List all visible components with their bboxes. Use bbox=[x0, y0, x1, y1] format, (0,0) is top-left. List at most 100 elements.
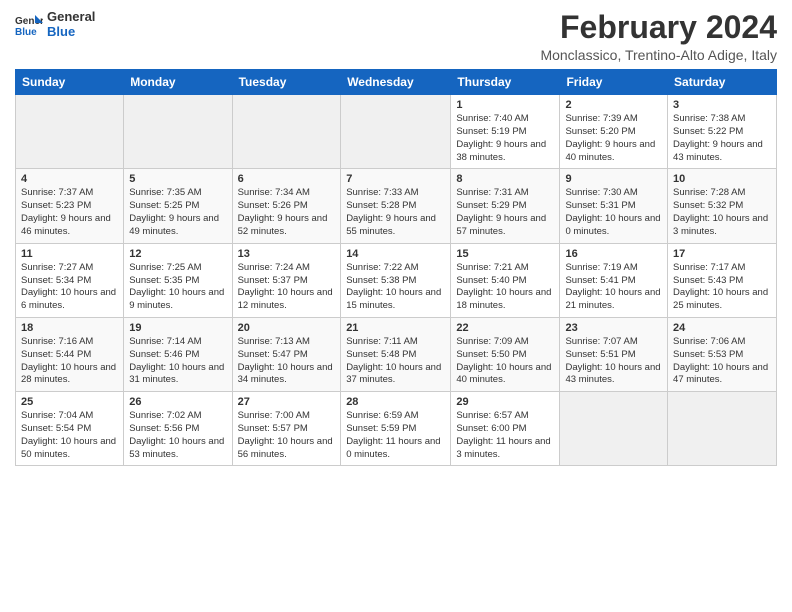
day-info: Sunrise: 7:07 AM Sunset: 5:51 PM Dayligh… bbox=[565, 336, 662, 387]
calendar-cell: 28Sunrise: 6:59 AM Sunset: 5:59 PM Dayli… bbox=[341, 392, 451, 466]
calendar-cell: 4 Sunrise: 7:37 AM Sunset: 5:23 PM Daylig… bbox=[16, 169, 124, 243]
calendar-cell: 16 Sunrise: 7:19 AM Sunset: 5:41 PM Dayli… bbox=[560, 243, 668, 317]
day-info: Sunrise: 7:06 AM Sunset: 5:53 PM Dayligh… bbox=[673, 336, 771, 387]
day-number: 9 bbox=[565, 173, 662, 185]
day-info: Sunrise: 6:59 AM Sunset: 5:59 PM Dayligh… bbox=[346, 410, 445, 461]
calendar-cell: 25 Sunrise: 7:04 AM Sunset: 5:54 PM Dayli… bbox=[16, 392, 124, 466]
day-info: Sunrise: 7:34 AM Sunset: 5:26 PM Dayligh… bbox=[238, 187, 336, 238]
day-number: 20 bbox=[238, 322, 336, 334]
calendar-week-row: 1 Sunrise: 7:40 AM Sunset: 5:19 PM Daylig… bbox=[16, 95, 777, 169]
calendar-cell: 23 Sunrise: 7:07 AM Sunset: 5:51 PM Dayli… bbox=[560, 317, 668, 391]
day-info: Sunrise: 7:04 AM Sunset: 5:54 PM Dayligh… bbox=[21, 410, 118, 461]
logo: General Blue General Blue bbox=[15, 10, 95, 40]
day-number: 23 bbox=[565, 322, 662, 334]
calendar-cell: 8 Sunrise: 7:31 AM Sunset: 5:29 PM Daylig… bbox=[451, 169, 560, 243]
page-header: General Blue General Blue February 2024 … bbox=[15, 10, 777, 63]
calendar-cell bbox=[341, 95, 451, 169]
calendar-cell: 19 Sunrise: 7:14 AM Sunset: 5:46 PM Dayli… bbox=[124, 317, 232, 391]
calendar-cell: 5Sunrise: 7:35 AM Sunset: 5:25 PM Daylig… bbox=[124, 169, 232, 243]
calendar-cell: 6 Sunrise: 7:34 AM Sunset: 5:26 PM Daylig… bbox=[232, 169, 341, 243]
day-info: Sunrise: 7:19 AM Sunset: 5:41 PM Dayligh… bbox=[565, 262, 662, 313]
month-title: February 2024 bbox=[540, 10, 777, 45]
day-number: 11 bbox=[21, 248, 118, 260]
day-info: Sunrise: 7:11 AM Sunset: 5:48 PM Dayligh… bbox=[346, 336, 445, 387]
calendar-header-thursday: Thursday bbox=[451, 70, 560, 95]
day-info: Sunrise: 7:40 AM Sunset: 5:19 PM Dayligh… bbox=[456, 113, 554, 164]
calendar-body: 1 Sunrise: 7:40 AM Sunset: 5:19 PM Daylig… bbox=[16, 95, 777, 466]
day-number: 25 bbox=[21, 396, 118, 408]
calendar-cell: 13 Sunrise: 7:24 AM Sunset: 5:37 PM Dayli… bbox=[232, 243, 341, 317]
calendar-week-row: 18 Sunrise: 7:16 AM Sunset: 5:44 PM Dayli… bbox=[16, 317, 777, 391]
calendar-cell: 2Sunrise: 7:39 AM Sunset: 5:20 PM Daylig… bbox=[560, 95, 668, 169]
calendar-header-row: SundayMondayTuesdayWednesdayThursdayFrid… bbox=[16, 70, 777, 95]
logo-text-blue: Blue bbox=[47, 25, 95, 40]
day-number: 18 bbox=[21, 322, 118, 334]
day-info: Sunrise: 7:21 AM Sunset: 5:40 PM Dayligh… bbox=[456, 262, 554, 313]
calendar-week-row: 25 Sunrise: 7:04 AM Sunset: 5:54 PM Dayli… bbox=[16, 392, 777, 466]
day-number: 16 bbox=[565, 248, 662, 260]
day-info: Sunrise: 7:28 AM Sunset: 5:32 PM Dayligh… bbox=[673, 187, 771, 238]
day-number: 19 bbox=[129, 322, 226, 334]
calendar-cell bbox=[668, 392, 777, 466]
day-number: 29 bbox=[456, 396, 554, 408]
day-info: Sunrise: 7:27 AM Sunset: 5:34 PM Dayligh… bbox=[21, 262, 118, 313]
calendar-week-row: 4 Sunrise: 7:37 AM Sunset: 5:23 PM Daylig… bbox=[16, 169, 777, 243]
calendar-cell: 17Sunrise: 7:17 AM Sunset: 5:43 PM Dayli… bbox=[668, 243, 777, 317]
calendar-header-sunday: Sunday bbox=[16, 70, 124, 95]
day-number: 14 bbox=[346, 248, 445, 260]
day-info: Sunrise: 7:39 AM Sunset: 5:20 PM Dayligh… bbox=[565, 113, 662, 164]
day-number: 21 bbox=[346, 322, 445, 334]
calendar-cell: 7 Sunrise: 7:33 AM Sunset: 5:28 PM Daylig… bbox=[341, 169, 451, 243]
day-info: Sunrise: 7:02 AM Sunset: 5:56 PM Dayligh… bbox=[129, 410, 226, 461]
day-info: Sunrise: 7:33 AM Sunset: 5:28 PM Dayligh… bbox=[346, 187, 445, 238]
day-info: Sunrise: 7:17 AM Sunset: 5:43 PM Dayligh… bbox=[673, 262, 771, 313]
day-number: 7 bbox=[346, 173, 445, 185]
day-info: Sunrise: 7:35 AM Sunset: 5:25 PM Dayligh… bbox=[129, 187, 226, 238]
day-number: 24 bbox=[673, 322, 771, 334]
day-info: Sunrise: 7:24 AM Sunset: 5:37 PM Dayligh… bbox=[238, 262, 336, 313]
calendar-cell: 29Sunrise: 6:57 AM Sunset: 6:00 PM Dayli… bbox=[451, 392, 560, 466]
calendar-cell: 24 Sunrise: 7:06 AM Sunset: 5:53 PM Dayli… bbox=[668, 317, 777, 391]
location-subtitle: Monclassico, Trentino-Alto Adige, Italy bbox=[540, 47, 777, 63]
calendar-cell: 11 Sunrise: 7:27 AM Sunset: 5:34 PM Dayli… bbox=[16, 243, 124, 317]
day-number: 8 bbox=[456, 173, 554, 185]
calendar-cell: 18 Sunrise: 7:16 AM Sunset: 5:44 PM Dayli… bbox=[16, 317, 124, 391]
calendar-header-wednesday: Wednesday bbox=[341, 70, 451, 95]
calendar-cell: 3 Sunrise: 7:38 AM Sunset: 5:22 PM Daylig… bbox=[668, 95, 777, 169]
day-info: Sunrise: 7:38 AM Sunset: 5:22 PM Dayligh… bbox=[673, 113, 771, 164]
calendar-cell: 1 Sunrise: 7:40 AM Sunset: 5:19 PM Daylig… bbox=[451, 95, 560, 169]
day-number: 12 bbox=[129, 248, 226, 260]
day-number: 1 bbox=[456, 99, 554, 111]
day-number: 10 bbox=[673, 173, 771, 185]
calendar-header-monday: Monday bbox=[124, 70, 232, 95]
calendar-cell: 14 Sunrise: 7:22 AM Sunset: 5:38 PM Dayli… bbox=[341, 243, 451, 317]
calendar-header-saturday: Saturday bbox=[668, 70, 777, 95]
logo-icon: General Blue bbox=[15, 13, 43, 37]
day-number: 26 bbox=[129, 396, 226, 408]
day-number: 22 bbox=[456, 322, 554, 334]
day-info: Sunrise: 7:22 AM Sunset: 5:38 PM Dayligh… bbox=[346, 262, 445, 313]
title-block: February 2024 Monclassico, Trentino-Alto… bbox=[540, 10, 777, 63]
day-number: 3 bbox=[673, 99, 771, 111]
calendar-cell bbox=[124, 95, 232, 169]
calendar-cell: 20 Sunrise: 7:13 AM Sunset: 5:47 PM Dayli… bbox=[232, 317, 341, 391]
day-info: Sunrise: 7:31 AM Sunset: 5:29 PM Dayligh… bbox=[456, 187, 554, 238]
day-info: Sunrise: 7:37 AM Sunset: 5:23 PM Dayligh… bbox=[21, 187, 118, 238]
day-info: Sunrise: 7:30 AM Sunset: 5:31 PM Dayligh… bbox=[565, 187, 662, 238]
calendar-header-friday: Friday bbox=[560, 70, 668, 95]
day-info: Sunrise: 7:13 AM Sunset: 5:47 PM Dayligh… bbox=[238, 336, 336, 387]
calendar-week-row: 11 Sunrise: 7:27 AM Sunset: 5:34 PM Dayli… bbox=[16, 243, 777, 317]
day-number: 6 bbox=[238, 173, 336, 185]
day-info: Sunrise: 7:14 AM Sunset: 5:46 PM Dayligh… bbox=[129, 336, 226, 387]
day-number: 15 bbox=[456, 248, 554, 260]
calendar-cell: 15 Sunrise: 7:21 AM Sunset: 5:40 PM Dayli… bbox=[451, 243, 560, 317]
calendar-cell: 26 Sunrise: 7:02 AM Sunset: 5:56 PM Dayli… bbox=[124, 392, 232, 466]
calendar-cell: 9 Sunrise: 7:30 AM Sunset: 5:31 PM Daylig… bbox=[560, 169, 668, 243]
day-info: Sunrise: 7:16 AM Sunset: 5:44 PM Dayligh… bbox=[21, 336, 118, 387]
day-number: 13 bbox=[238, 248, 336, 260]
calendar-header-tuesday: Tuesday bbox=[232, 70, 341, 95]
calendar-cell: 27Sunrise: 7:00 AM Sunset: 5:57 PM Dayli… bbox=[232, 392, 341, 466]
calendar-cell: 22Sunrise: 7:09 AM Sunset: 5:50 PM Dayli… bbox=[451, 317, 560, 391]
day-number: 4 bbox=[21, 173, 118, 185]
calendar-table: SundayMondayTuesdayWednesdayThursdayFrid… bbox=[15, 69, 777, 466]
